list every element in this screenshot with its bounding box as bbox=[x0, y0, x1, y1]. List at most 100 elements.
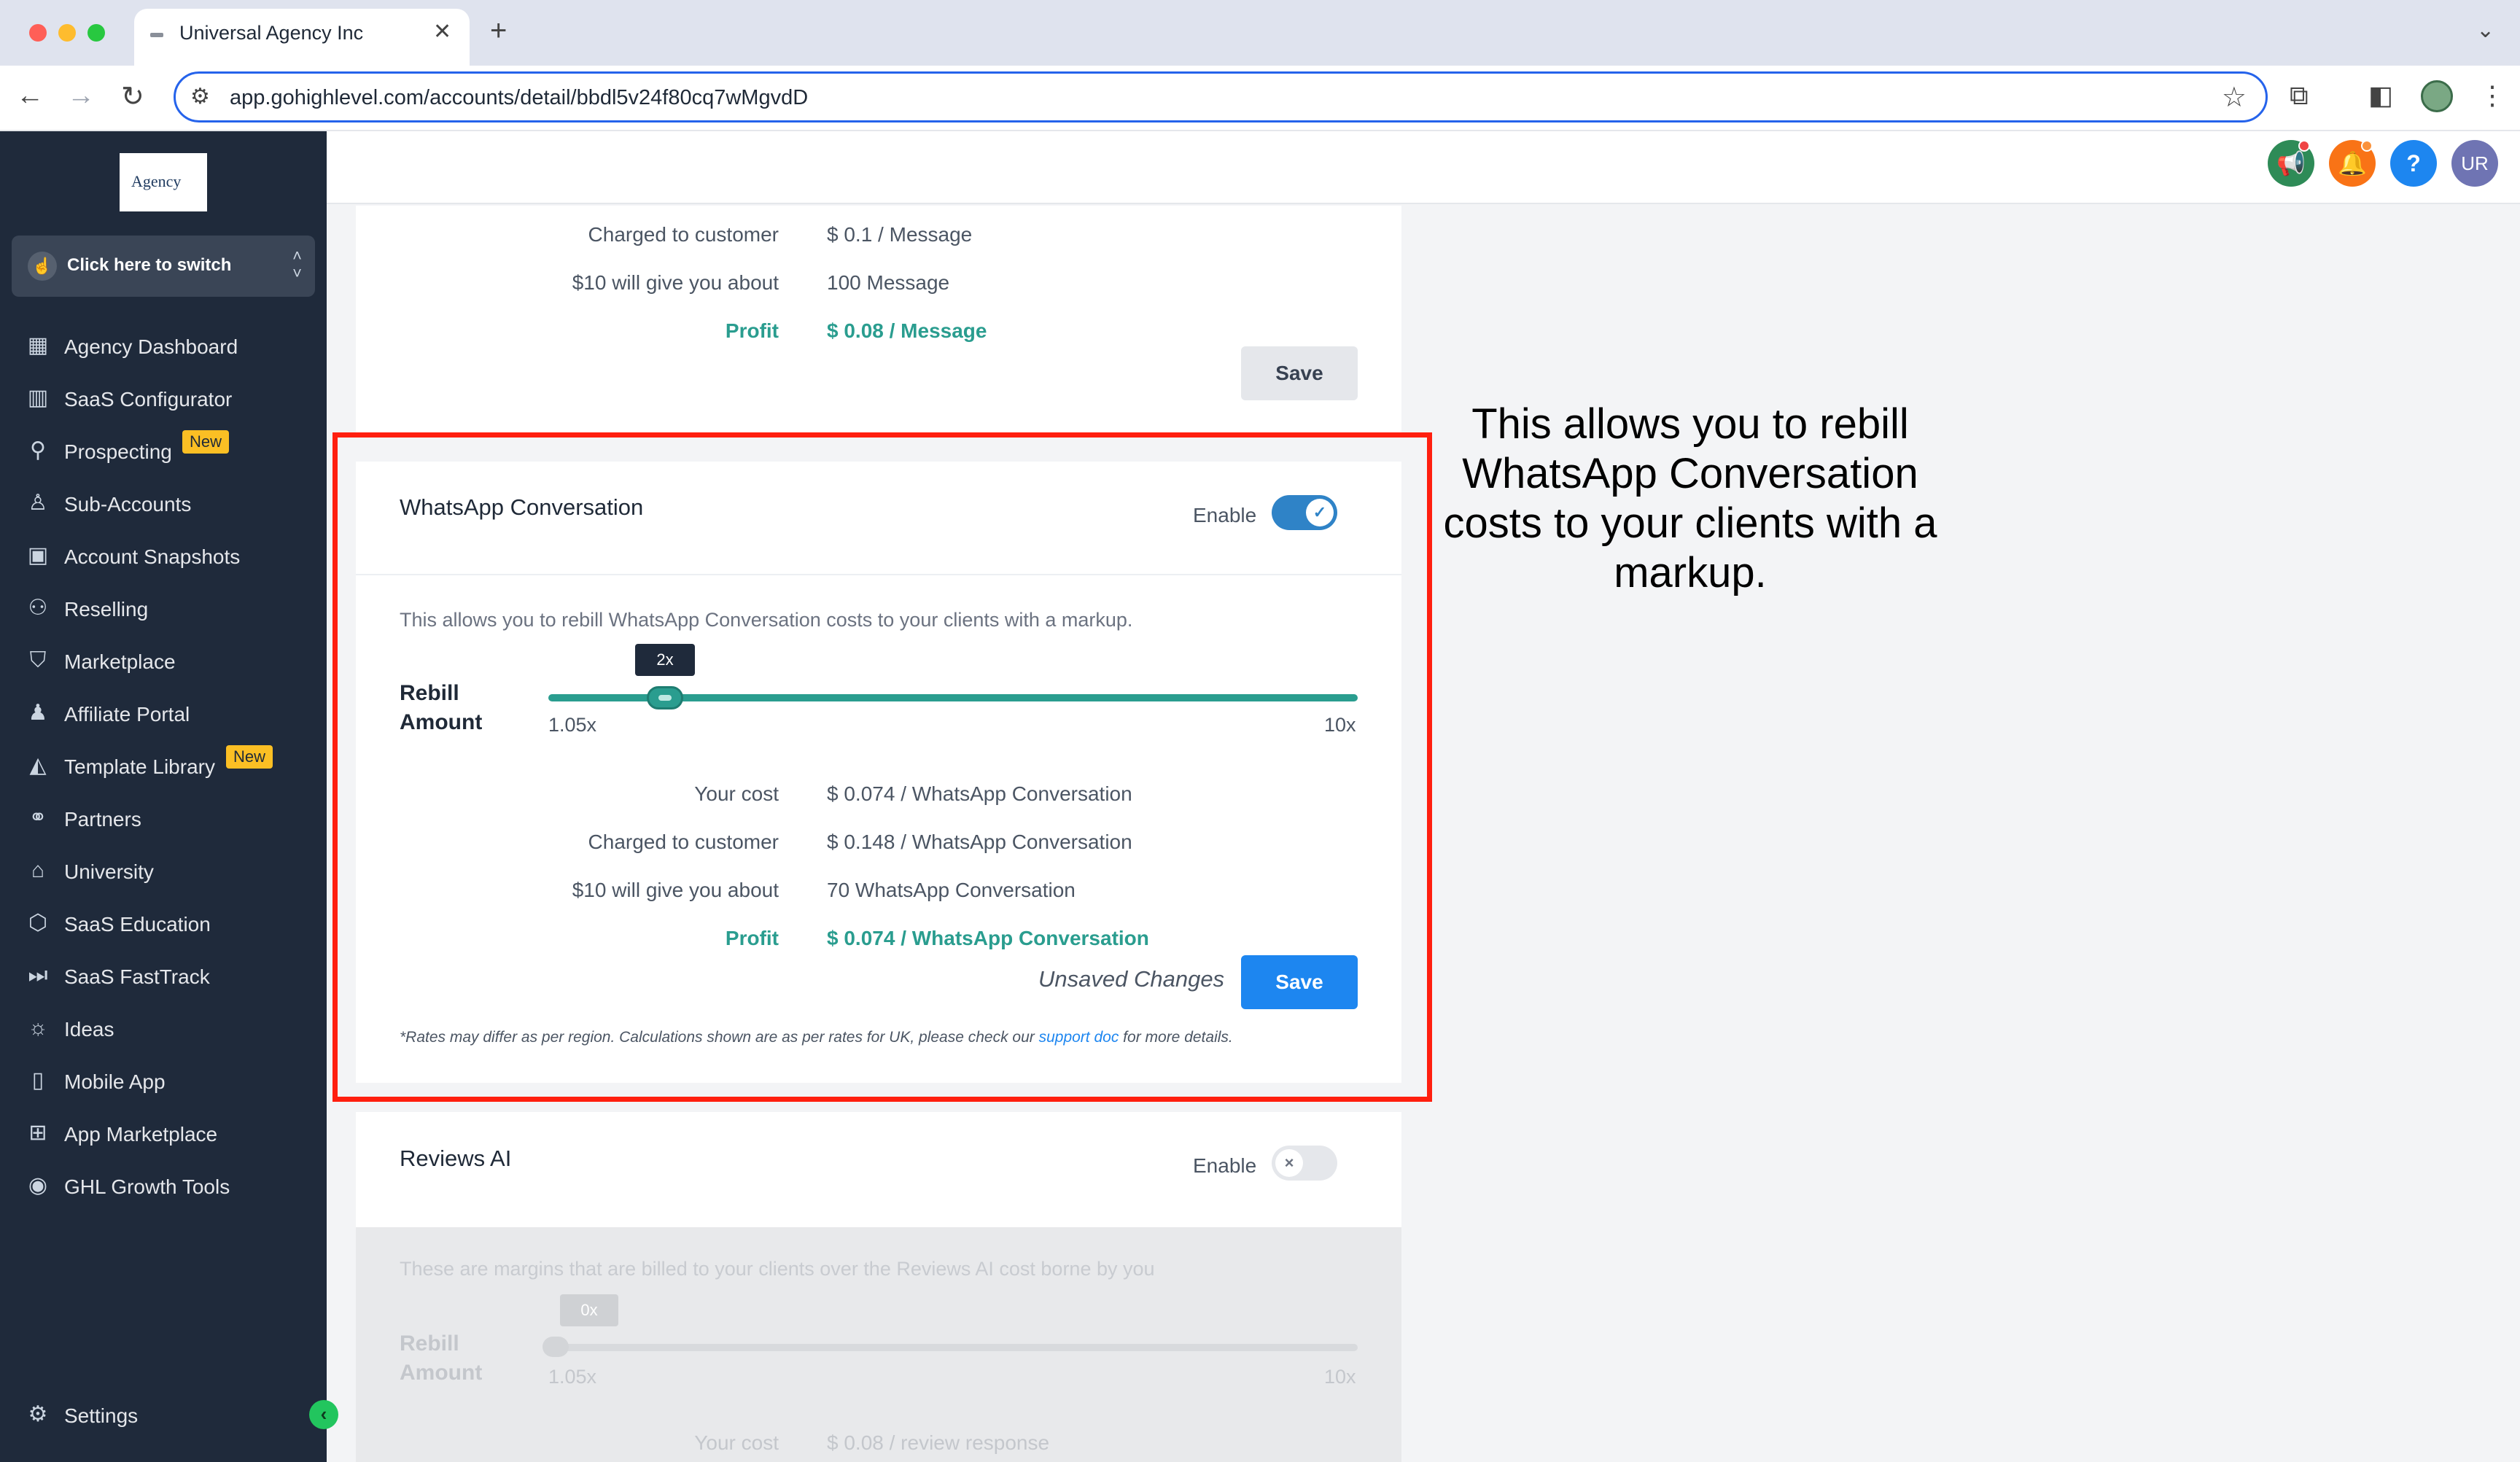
sidebar-item-label: SaaS Configurator bbox=[64, 388, 233, 411]
sidebar-item-agency-dashboard[interactable]: ▦ Agency Dashboard bbox=[0, 322, 327, 369]
notification-dot bbox=[2361, 140, 2373, 152]
favicon-icon bbox=[150, 33, 163, 37]
close-window-button[interactable] bbox=[29, 24, 47, 42]
profit-value: $ 0.08 / Message bbox=[827, 319, 987, 342]
collapse-sidebar-button[interactable]: ‹ bbox=[309, 1400, 338, 1429]
user-avatar[interactable]: UR bbox=[2451, 140, 2498, 187]
rebill-slider-track[interactable] bbox=[548, 1344, 1358, 1351]
your-cost-label: Your cost bbox=[694, 1431, 779, 1454]
sidebar-item-label: Account Snapshots bbox=[64, 545, 241, 568]
enable-toggle[interactable]: × bbox=[1272, 1146, 1337, 1181]
tab-search-chevron-icon[interactable]: ⌄ bbox=[2476, 18, 2494, 43]
minimize-window-button[interactable] bbox=[58, 24, 76, 42]
new-tab-icon[interactable]: + bbox=[490, 15, 507, 47]
reviews-ai-card: Reviews AI Enable × These are margins th… bbox=[356, 1112, 1401, 1462]
bag-icon: ⛉ bbox=[29, 648, 47, 672]
reload-icon[interactable]: ↻ bbox=[121, 80, 144, 113]
app-header: 📢 🔔 ? UR bbox=[327, 131, 2520, 204]
back-icon[interactable]: ← bbox=[16, 80, 44, 112]
rebill-amount-label: Rebill Amount bbox=[400, 1329, 482, 1388]
sidebar-item-app-marketplace[interactable]: ⊞ App Marketplace bbox=[0, 1110, 327, 1156]
sidebar-item-label: Mobile App bbox=[64, 1070, 166, 1093]
box-icon: ⬡ bbox=[28, 911, 48, 935]
your-cost-value: $ 0.08 / review response bbox=[827, 1431, 1050, 1454]
sidebar-item-label: Partners bbox=[64, 808, 141, 831]
sidebar-item-sub-accounts[interactable]: ♙ Sub-Accounts bbox=[0, 480, 327, 526]
chevron-updown-icon: ˄ ˅ bbox=[292, 246, 302, 282]
browser-tab[interactable]: Universal Agency Inc ✕ bbox=[134, 9, 470, 66]
grid-icon: ⊞ bbox=[28, 1121, 47, 1145]
side-panel-icon[interactable]: ◧ bbox=[2368, 80, 2393, 111]
browser-tab-bar: Universal Agency Inc ✕ + ⌄ bbox=[0, 0, 2520, 66]
account-switcher[interactable]: ☝ Click here to switch ˄ ˅ bbox=[12, 236, 315, 297]
handshake-icon: ⚭ bbox=[28, 806, 47, 830]
reselling-icon: ⚇ bbox=[28, 596, 48, 620]
new-badge: New bbox=[182, 430, 230, 454]
sidebar-item-label: Agency Dashboard bbox=[64, 335, 238, 358]
save-button[interactable]: Save bbox=[1241, 346, 1358, 400]
mobile-icon: ▯ bbox=[31, 1068, 44, 1092]
card-title: Reviews AI bbox=[400, 1146, 512, 1171]
rebill-label-line2: Amount bbox=[400, 1361, 483, 1385]
tab-title: Universal Agency Inc bbox=[179, 22, 364, 44]
sidebar-item-settings[interactable]: ⚙ Settings bbox=[0, 1391, 327, 1438]
user-icon: ♙ bbox=[28, 491, 48, 515]
sidebar-item-saas-fasttrack[interactable]: ⏭ SaaS FastTrack bbox=[0, 952, 327, 999]
sidebar-item-account-snapshots[interactable]: ▣ Account Snapshots bbox=[0, 532, 327, 579]
sidebar-item-ghl-growth-tools[interactable]: ◉ GHL Growth Tools bbox=[0, 1162, 327, 1209]
sidebar-item-saas-education[interactable]: ⬡ SaaS Education bbox=[0, 900, 327, 946]
rebill-slider-thumb[interactable] bbox=[542, 1337, 569, 1357]
url-text[interactable]: app.gohighlevel.com/accounts/detail/bbdl… bbox=[230, 86, 808, 110]
ten-dollar-label: $10 will give you about bbox=[572, 271, 779, 294]
sidebar-item-university[interactable]: ⌂ University bbox=[0, 847, 327, 894]
chart-icon: ▥ bbox=[27, 386, 49, 410]
extensions-icon[interactable]: ⧉ bbox=[2290, 80, 2309, 112]
sidebar-item-saas-configurator[interactable]: ▥ SaaS Configurator bbox=[0, 375, 327, 421]
browser-menu-icon[interactable]: ⋮ bbox=[2479, 80, 2505, 111]
browser-profile-avatar[interactable] bbox=[2421, 80, 2453, 112]
sidebar-item-label: App Marketplace bbox=[64, 1123, 218, 1146]
close-tab-icon[interactable]: ✕ bbox=[433, 19, 451, 44]
pointer-icon: ☝ bbox=[28, 252, 57, 281]
users-icon: ♟ bbox=[28, 701, 48, 725]
growth-icon: ◉ bbox=[28, 1173, 48, 1197]
ten-dollar-value: 100 Message bbox=[827, 271, 950, 294]
new-badge: New bbox=[226, 745, 273, 769]
prospecting-icon: ⚲ bbox=[30, 438, 46, 462]
sidebar-item-label: Reselling bbox=[64, 598, 149, 621]
lightbulb-icon: ☼ bbox=[28, 1016, 48, 1040]
sidebar-item-label: University bbox=[64, 860, 154, 883]
annotation-text: This allows you to rebill WhatsApp Conve… bbox=[1443, 400, 1937, 596]
sidebar-item-label: Settings bbox=[64, 1404, 139, 1427]
sidebar-item-template-library[interactable]: ◭ Template Library New bbox=[0, 742, 327, 789]
forward-icon[interactable]: → bbox=[67, 80, 95, 112]
help-icon[interactable]: ? bbox=[2390, 140, 2437, 187]
address-bar[interactable]: ⚙ app.gohighlevel.com/accounts/detail/bb… bbox=[174, 71, 2268, 123]
slider-max-label: 10x bbox=[1324, 1366, 1356, 1388]
x-icon: × bbox=[1275, 1149, 1303, 1177]
site-settings-icon[interactable]: ⚙ bbox=[190, 84, 210, 109]
sidebar-item-label: Sub-Accounts bbox=[64, 493, 192, 516]
sidebar-item-label: GHL Growth Tools bbox=[64, 1175, 230, 1198]
sidebar-item-reselling[interactable]: ⚇ Reselling bbox=[0, 585, 327, 631]
sidebar-item-marketplace[interactable]: ⛉ Marketplace bbox=[0, 637, 327, 684]
notification-dot bbox=[2298, 140, 2310, 152]
sidebar-item-mobile-app[interactable]: ▯ Mobile App bbox=[0, 1057, 327, 1104]
agency-logo[interactable]: Agency bbox=[120, 153, 207, 211]
sidebar-item-partners[interactable]: ⚭ Partners bbox=[0, 795, 327, 841]
card-description: These are margins that are billed to you… bbox=[400, 1258, 1155, 1280]
sidebar-item-label: Prospecting bbox=[64, 440, 172, 463]
maximize-window-button[interactable] bbox=[88, 24, 105, 42]
sidebar-item-ideas[interactable]: ☼ Ideas bbox=[0, 1005, 327, 1051]
sidebar-item-label: Template Library bbox=[64, 755, 215, 778]
shapes-icon: ◭ bbox=[29, 753, 47, 777]
browser-toolbar: ← → ↻ ⚙ app.gohighlevel.com/accounts/det… bbox=[0, 66, 2520, 131]
rebill-label-line1: Rebill bbox=[400, 1331, 459, 1356]
fast-forward-icon: ⏭ bbox=[28, 963, 48, 987]
bookmark-star-icon[interactable]: ☆ bbox=[2222, 81, 2247, 114]
sidebar-item-prospecting[interactable]: ⚲ Prospecting New bbox=[0, 427, 327, 474]
sidebar-item-label: SaaS FastTrack bbox=[64, 965, 210, 988]
sidebar-item-label: SaaS Education bbox=[64, 913, 211, 936]
sidebar-item-affiliate-portal[interactable]: ♟ Affiliate Portal bbox=[0, 690, 327, 736]
sidebar-item-label: Marketplace bbox=[64, 650, 176, 673]
